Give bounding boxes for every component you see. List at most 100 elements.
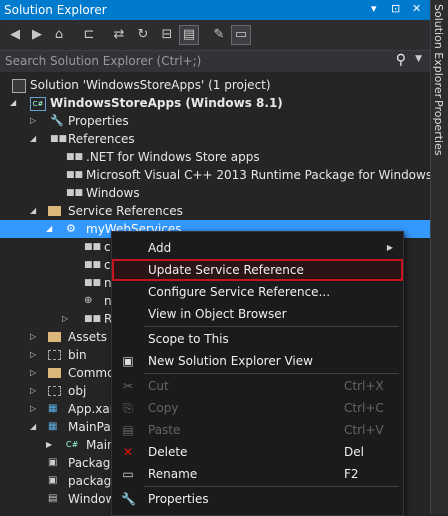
tree-node-references[interactable]: ◢ ■■ References [0, 130, 430, 148]
expand-arrow-icon[interactable]: ▷ [62, 310, 72, 328]
search-input[interactable]: Search Solution Explorer (Ctrl+;) [5, 54, 201, 68]
file-icon: ■■ [84, 242, 102, 252]
search-icon[interactable]: ⚲ [396, 52, 406, 68]
menu-item-delete[interactable]: ✕ Delete Del [112, 441, 403, 463]
menu-item-paste[interactable]: ▤ Paste Ctrl+V [112, 419, 403, 441]
menu-item-label: Update Service Reference [148, 263, 304, 277]
tree-node-label: Properties [68, 114, 129, 128]
menu-item-configure-service-reference[interactable]: Configure Service Reference... [112, 281, 403, 303]
expand-arrow-icon[interactable]: ▷ [30, 112, 40, 130]
search-box[interactable]: Search Solution Explorer (Ctrl+;) ⚲ ▼ [0, 50, 430, 73]
xaml-file-icon: ▦ [48, 403, 58, 414]
tree-node-label: Solution 'WindowsStoreApps' (1 project) [30, 78, 271, 92]
tree-node-service-references[interactable]: ◢ Service References [0, 202, 430, 220]
assembly-icon: ■■ [66, 152, 84, 162]
menu-item-properties[interactable]: 🔧 Properties [112, 488, 403, 510]
menu-item-view-in-object-browser[interactable]: View in Object Browser [112, 303, 403, 325]
package-icon: ▣ [48, 475, 58, 486]
folder-dashed-icon [48, 350, 61, 360]
title-bar: Solution Explorer ▾ ⊡ ✕ [0, 0, 430, 20]
side-tab-strip: Solution Explorer Properties [430, 0, 448, 514]
globe-file-icon: ⊕ [84, 295, 93, 306]
properties-icon[interactable]: ✎ [210, 26, 228, 44]
csharp-file-icon: C# [66, 440, 79, 449]
collapse-all-icon[interactable]: ⊟ [158, 26, 176, 44]
file-icon: ■■ [84, 314, 102, 324]
solution-icon [12, 79, 26, 93]
menu-item-label: Scope to This [148, 332, 229, 346]
csharp-project-icon: C# [30, 97, 46, 111]
pending-changes-icon[interactable]: ⊏ [80, 26, 98, 44]
assembly-icon: ■■ [66, 170, 84, 180]
tree-node-solution[interactable]: Solution 'WindowsStoreApps' (1 project) [0, 76, 430, 94]
tree-node-label: WindowsStoreApps (Windows 8.1) [50, 96, 283, 110]
menu-separator [144, 326, 399, 327]
delete-icon: ✕ [122, 445, 134, 459]
window-title: Solution Explorer [4, 3, 107, 17]
expand-arrow-icon[interactable]: ▷ [30, 400, 40, 418]
tree-node-label: obj [68, 384, 87, 398]
tree-node-label: Assets [68, 330, 108, 344]
context-menu: Add ▶ Update Service Reference Configure… [111, 231, 404, 516]
submenu-arrow-icon: ▶ [386, 243, 393, 252]
menu-item-new-solution-explorer-view[interactable]: ▣ New Solution Explorer View [112, 350, 403, 372]
folder-icon [48, 368, 61, 378]
tab-properties[interactable]: Properties [432, 100, 445, 156]
menu-item-label: Cut [148, 379, 169, 393]
expand-arrow-icon[interactable]: ▶ [46, 436, 56, 454]
tree-node-properties[interactable]: ▷ 🔧 Properties [0, 112, 430, 130]
tree-node-project[interactable]: ◢ C# WindowsStoreApps (Windows 8.1) [0, 94, 430, 112]
assembly-icon: ■■ [66, 188, 84, 198]
wrench-icon: 🔧 [121, 492, 136, 506]
tree-node-label: References [68, 132, 135, 146]
menu-item-copy[interactable]: ⎘ Copy Ctrl+C [112, 397, 403, 419]
tree-node-assembly[interactable]: ■■ .NET for Windows Store apps [0, 148, 430, 166]
forward-icon[interactable]: ▶ [28, 26, 46, 44]
xaml-file-icon: ▦ [48, 421, 58, 432]
auto-hide-icon[interactable]: ⊡ [391, 2, 400, 15]
dropdown-window-icon[interactable]: ▾ [371, 2, 377, 15]
tree-node-label: bin [68, 348, 87, 362]
collapse-arrow-icon[interactable]: ◢ [30, 202, 40, 220]
expand-arrow-icon[interactable]: ▷ [30, 364, 40, 382]
menu-item-add[interactable]: Add ▶ [112, 237, 403, 259]
tree-node-assembly[interactable]: ■■ Windows [0, 184, 430, 202]
collapse-arrow-icon[interactable]: ◢ [30, 130, 40, 148]
expand-arrow-icon[interactable]: ▷ [30, 382, 40, 400]
tree-node-label: Commo [68, 366, 115, 380]
menu-item-label: Configure Service Reference... [148, 285, 331, 299]
menu-item-shortcut: Ctrl+C [344, 401, 384, 415]
folder-dashed-icon [48, 386, 61, 396]
tree-node-label: c [104, 240, 111, 254]
solution-explorer-window: Solution Explorer ▾ ⊡ ✕ ◀ ▶ ⌂ ⊏ ⇄ ↻ ⊟ ▤ … [0, 0, 448, 516]
menu-item-shortcut: Del [344, 445, 364, 459]
collapse-arrow-icon[interactable]: ◢ [10, 94, 20, 112]
preview-icon[interactable]: ▭ [231, 25, 251, 45]
refresh-icon[interactable]: ↻ [134, 26, 152, 44]
search-options-dropdown-icon[interactable]: ▼ [415, 54, 422, 64]
menu-item-rename[interactable]: ▭ Rename F2 [112, 463, 403, 485]
show-all-files-icon[interactable]: ▤ [179, 25, 199, 45]
tree-node-label: Microsoft Visual C++ 2013 Runtime Packag… [86, 168, 430, 182]
file-icon: ■■ [84, 278, 102, 288]
menu-item-label: New Solution Explorer View [148, 354, 313, 368]
expand-arrow-icon[interactable]: ▷ [30, 328, 40, 346]
expand-arrow-icon[interactable]: ▷ [30, 346, 40, 364]
package-icon: ▣ [48, 457, 58, 468]
menu-item-update-service-reference[interactable]: Update Service Reference [112, 259, 403, 281]
collapse-arrow-icon[interactable]: ◢ [46, 220, 56, 238]
tab-solution-explorer[interactable]: Solution Explorer [432, 4, 445, 98]
file-icon: ▤ [48, 493, 58, 504]
menu-item-scope-to-this[interactable]: Scope to This [112, 328, 403, 350]
sync-icon[interactable]: ⇄ [110, 26, 128, 44]
close-icon[interactable]: ✕ [412, 2, 421, 15]
service-reference-icon: ⚙ [66, 222, 76, 235]
collapse-arrow-icon[interactable]: ◢ [30, 418, 40, 436]
menu-item-label: Copy [148, 401, 179, 415]
tree-node-assembly[interactable]: ■■ Microsoft Visual C++ 2013 Runtime Pac… [0, 166, 430, 184]
home-icon[interactable]: ⌂ [50, 26, 68, 44]
tree-node-label: .NET for Windows Store apps [86, 150, 260, 164]
back-icon[interactable]: ◀ [6, 26, 24, 44]
menu-item-cut[interactable]: ✂ Cut Ctrl+X [112, 375, 403, 397]
tree-node-label: Service References [68, 204, 183, 218]
